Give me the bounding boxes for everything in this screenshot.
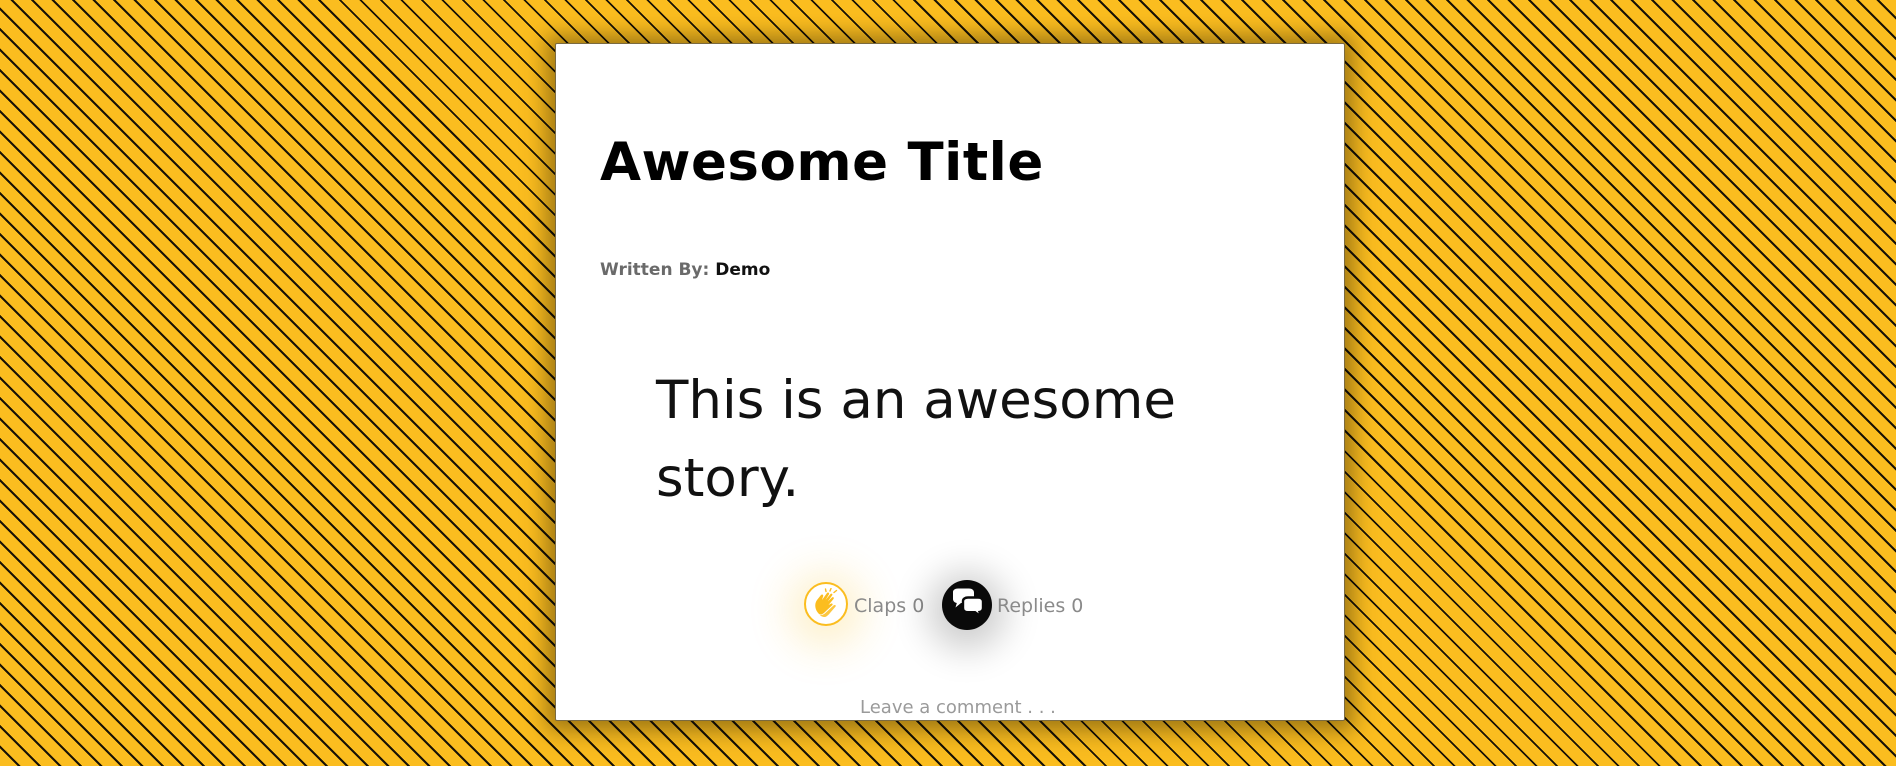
story-title: Awesome Title [600,132,1044,193]
author-name: Demo [715,260,771,280]
claps-count: Claps 0 [854,595,925,617]
speech-bubbles-icon [953,588,985,620]
story-card: Awesome Title Written By: Demo This is a… [555,43,1345,721]
replies-button[interactable] [942,580,992,630]
leave-comment-link[interactable]: Leave a comment . . . [860,699,1056,717]
story-body: This is an awesome story. [656,370,1176,509]
clap-button[interactable] [804,582,848,626]
byline-label: Written By: [600,260,710,280]
replies-count: Replies 0 [997,595,1084,617]
byline: Written By: Demo [600,262,770,279]
clap-hands-icon [815,588,838,618]
